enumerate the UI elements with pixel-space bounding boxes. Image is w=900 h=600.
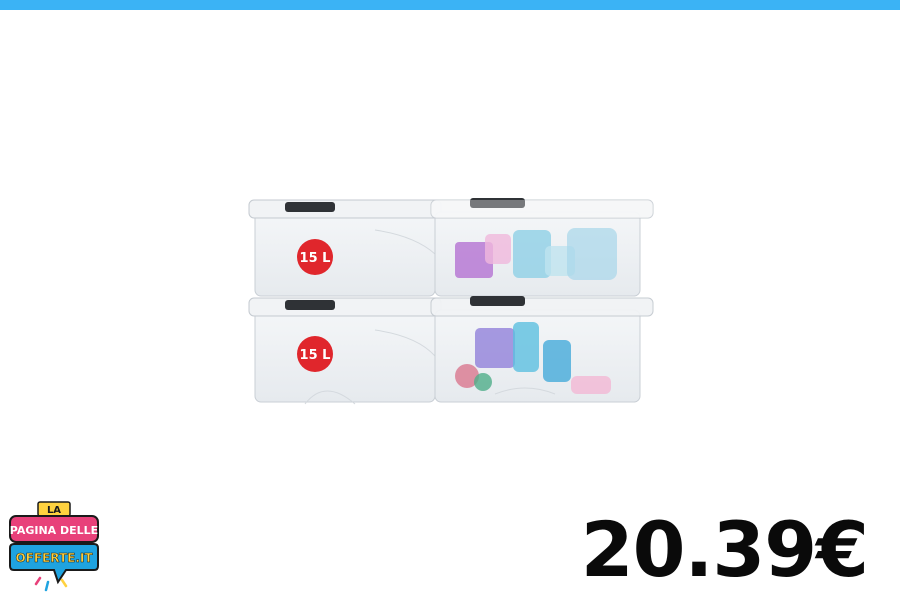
logo-line3: OFFERTE.IT bbox=[15, 551, 93, 565]
site-logo: LA PAGINA DELLE OFFERTE.IT bbox=[9, 501, 99, 592]
box-bottom-right bbox=[430, 296, 654, 403]
capacity-label: 15 L bbox=[300, 251, 331, 266]
storage-boxes-image: 15 L 15 L bbox=[248, 198, 654, 405]
top-accent-bar bbox=[0, 0, 900, 10]
box-bottom-left: 15 L bbox=[248, 297, 442, 405]
box-top-left: 15 L bbox=[248, 199, 442, 297]
logo-line2: PAGINA DELLE bbox=[10, 524, 98, 537]
capacity-label-2: 15 L bbox=[300, 348, 331, 363]
logo-line1: LA bbox=[47, 505, 61, 516]
price-label: 20.39€ bbox=[580, 505, 869, 594]
box-top-right bbox=[430, 198, 654, 297]
